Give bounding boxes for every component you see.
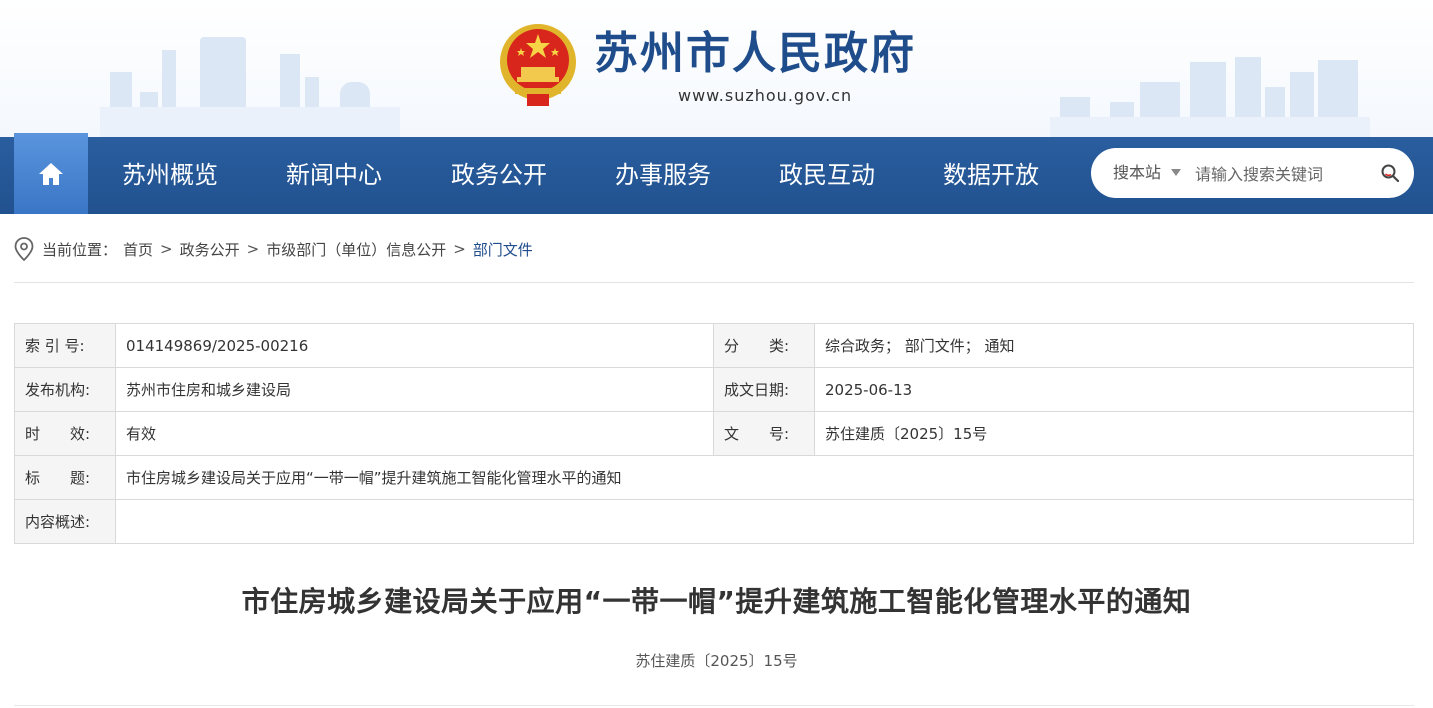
breadcrumb-separator: > <box>160 240 173 258</box>
validity-label: 时 效: <box>14 411 116 456</box>
table-row: 索 引 号: 014149869/2025-00216 分 类: 综合政务； 部… <box>14 323 1414 368</box>
breadcrumb-department-documents[interactable]: 部门文件 <box>473 239 533 260</box>
index-number-value: 014149869/2025-00216 <box>115 323 714 368</box>
home-icon <box>39 162 63 185</box>
breadcrumb-separator: > <box>246 240 260 258</box>
article-document-number: 苏住建质〔2025〕15号 <box>635 652 798 670</box>
validity-value: 有效 <box>115 411 714 456</box>
city-skyline-left <box>100 37 400 137</box>
dropdown-caret-icon[interactable] <box>1171 169 1181 176</box>
nav-item-open-data[interactable]: 数据开放 <box>943 137 1039 214</box>
header-banner: 苏州市人民政府 www.suzhou.gov.cn <box>0 0 1433 137</box>
divider <box>14 282 1414 283</box>
summary-label: 内容概述: <box>14 499 116 544</box>
nav-home-button[interactable] <box>14 133 88 214</box>
divider <box>14 705 1414 706</box>
breadcrumb-home[interactable]: 首页 <box>123 239 153 260</box>
site-title[interactable]: 苏州市人民政府 <box>594 26 916 82</box>
category-value: 综合政务； 部门文件； 通知 <box>814 323 1414 368</box>
site-url: www.suzhou.gov.cn <box>678 86 853 105</box>
article-title: 市住房城乡建设局关于应用“一带一帽”提升建筑施工智能化管理水平的通知 <box>241 585 1192 618</box>
document-info-table: 索 引 号: 014149869/2025-00216 分 类: 综合政务； 部… <box>14 323 1414 544</box>
city-skyline-right <box>1050 57 1370 137</box>
nav-item-suzhou-overview[interactable]: 苏州概览 <box>122 137 218 214</box>
title-label: 标 题: <box>14 455 116 500</box>
publisher-label: 发布机构: <box>14 367 116 412</box>
breadcrumb-prefix: 当前位置： <box>42 240 118 259</box>
location-pin-icon <box>14 237 34 261</box>
nav-item-interaction[interactable]: 政民互动 <box>779 137 875 214</box>
date-value: 2025-06-13 <box>814 367 1414 412</box>
publisher-value: 苏州市住房和城乡建设局 <box>115 367 714 412</box>
document-number-label: 文 号: <box>713 411 815 456</box>
nav-item-government-affairs[interactable]: 政务公开 <box>451 137 547 214</box>
national-emblem-logo[interactable] <box>497 22 579 108</box>
index-number-label: 索 引 号: <box>14 323 116 368</box>
document-number-value: 苏住建质〔2025〕15号 <box>814 411 1414 456</box>
title-value: 市住房城乡建设局关于应用“一带一帽”提升建筑施工智能化管理水平的通知 <box>115 455 1414 500</box>
nav-item-news-center[interactable]: 新闻中心 <box>286 137 382 214</box>
search-icon[interactable] <box>1380 163 1400 183</box>
date-label: 成文日期: <box>713 367 815 412</box>
table-row: 时 效: 有效 文 号: 苏住建质〔2025〕15号 <box>14 411 1414 456</box>
search-box: 搜本站 <box>1091 148 1414 198</box>
main-nav: 苏州概览 新闻中心 政务公开 办事服务 政民互动 数据开放 搜本站 <box>0 133 1433 214</box>
table-row: 标 题: 市住房城乡建设局关于应用“一带一帽”提升建筑施工智能化管理水平的通知 <box>14 455 1414 500</box>
nav-item-services[interactable]: 办事服务 <box>615 137 711 214</box>
breadcrumb-municipal-departments[interactable]: 市级部门（单位）信息公开 <box>266 239 446 260</box>
category-label: 分 类: <box>713 323 815 368</box>
breadcrumb: 当前位置： 首页 > 政务公开 > 市级部门（单位）信息公开 > 部门文件 <box>14 236 533 262</box>
table-row: 内容概述: <box>14 499 1414 544</box>
search-input[interactable] <box>1193 158 1377 190</box>
breadcrumb-separator: > <box>453 240 466 258</box>
table-row: 发布机构: 苏州市住房和城乡建设局 成文日期: 2025-06-13 <box>14 367 1414 412</box>
breadcrumb-government-affairs[interactable]: 政务公开 <box>180 239 240 260</box>
search-scope-select[interactable]: 搜本站 <box>1113 148 1161 198</box>
summary-value <box>115 499 1414 544</box>
